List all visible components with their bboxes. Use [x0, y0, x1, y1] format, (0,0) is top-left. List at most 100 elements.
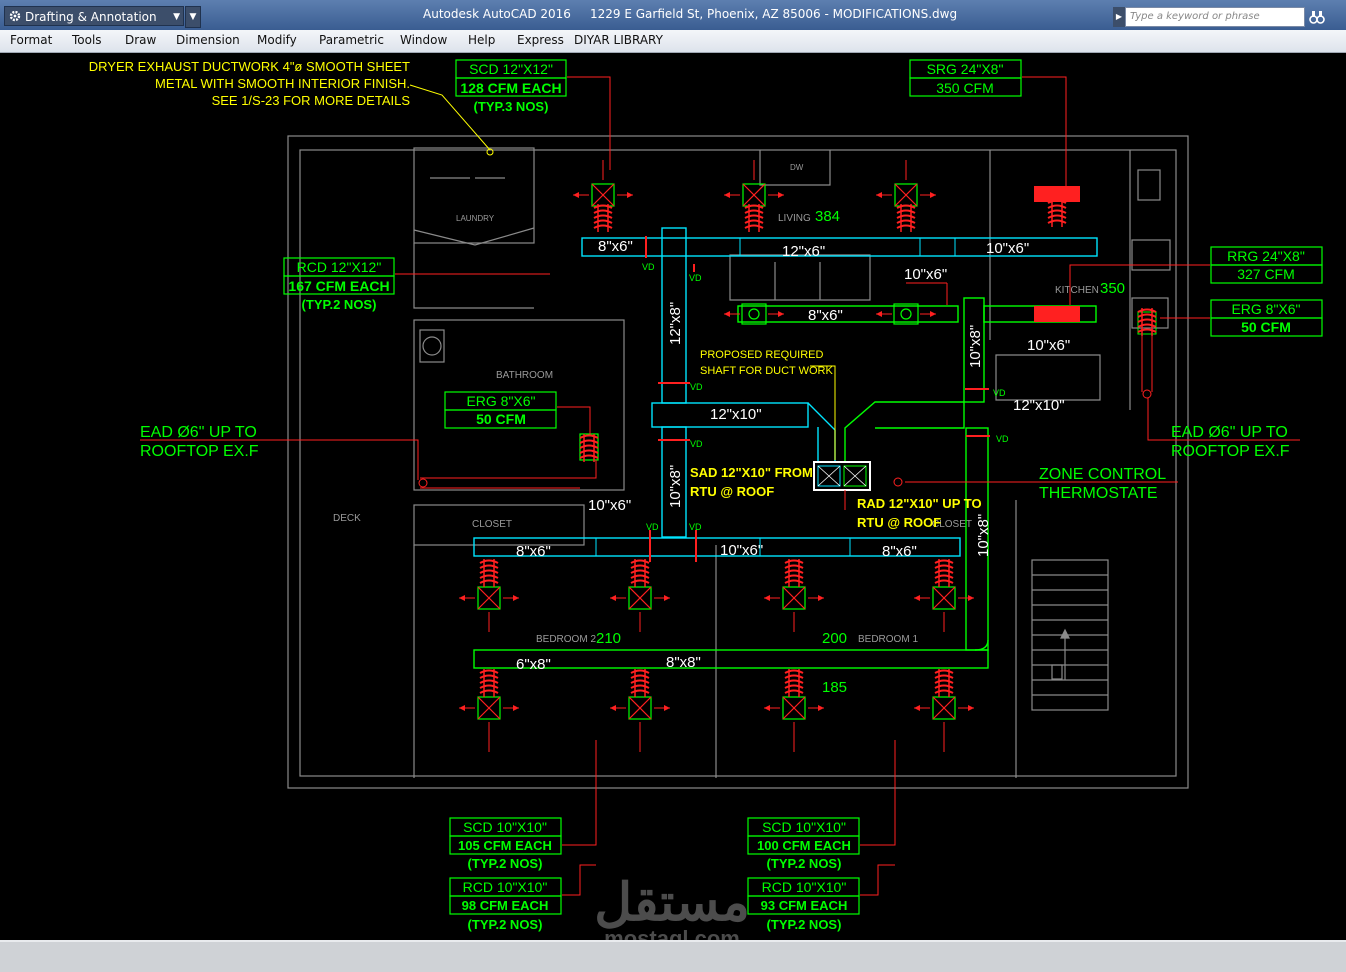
duct-label-3: 10"x6" [986, 240, 1029, 257]
watermark-arabic: مستقل [594, 874, 750, 932]
scd-br-line3: (TYP.2 NOS) [767, 856, 842, 871]
title-bar: Drafting & Annotation ▼ ▼ Autodesk AutoC… [0, 0, 1346, 30]
duct-label-2: 12"x6" [782, 243, 825, 260]
diffuser-group-top [572, 183, 937, 233]
menu-dimension[interactable]: Dimension [176, 33, 240, 47]
rrg-grille [1034, 306, 1080, 322]
duct-label-4: 10"x6" [904, 266, 947, 283]
vd-label: VD [689, 273, 702, 283]
rcd-br-line2: 93 CFM EACH [761, 898, 848, 913]
duct-label-9: 10"x6" [588, 497, 631, 514]
rcd-br-line3: (TYP.2 NOS) [767, 917, 842, 932]
scd-top-line2: 128 CFM EACH [460, 80, 561, 96]
dryer-note-line2: METAL WITH SMOOTH INTERIOR FINISH. [155, 76, 410, 91]
room-kitchen-label: KITCHEN [1055, 285, 1099, 296]
duct-label-6: 10"x6" [1027, 337, 1070, 354]
duct-label-11: 10"x6" [720, 542, 763, 559]
srg-line2: 350 CFM [936, 80, 994, 96]
hvac-plan: LIVING KITCHEN LAUNDRY BATHROOM DECK CLO… [89, 59, 1323, 951]
rcd-bl-line2: 98 CFM EACH [462, 898, 549, 913]
status-bar [0, 940, 1346, 972]
duct-label-7: 12"x10" [710, 406, 762, 423]
room-bathroom-label: BATHROOM [496, 370, 553, 381]
rcd-br-line1: RCD 10"X10" [762, 879, 847, 895]
duct-label-1: 8"x6" [598, 238, 633, 255]
room-closet1-label: CLOSET [472, 519, 512, 530]
window-title: Autodesk AutoCAD 2016 1229 E Garfield St… [423, 7, 957, 21]
menu-help[interactable]: Help [468, 33, 495, 47]
duct-label-v3: 10"x8" [967, 325, 984, 368]
quick-access-dropdown[interactable]: ▼ [185, 6, 201, 28]
ead-right-line1: EAD Ø6" UP TO [1171, 424, 1288, 441]
rcd-left-line2: 167 CFM EACH [288, 278, 389, 294]
watermark-latin: mostaql.com [604, 926, 740, 940]
scd-top-line1: SCD 12"X12" [469, 61, 553, 77]
ead-right-line2: ROOFTOP EX.F [1171, 443, 1290, 460]
menu-draw[interactable]: Draw [125, 33, 156, 47]
srg-line1: SRG 24"X8" [927, 61, 1004, 77]
search-expand-icon[interactable]: ▶ [1113, 7, 1125, 27]
sad-line1: SAD 12"X10" FROM [690, 465, 813, 480]
search-input[interactable]: Type a keyword or phrase [1125, 7, 1305, 27]
workspace-switcher[interactable]: Drafting & Annotation ▼ [4, 6, 184, 26]
menu-window[interactable]: Window [400, 33, 447, 47]
kitchen-number: 350 [1100, 280, 1125, 297]
app-title: Autodesk AutoCAD 2016 [423, 7, 571, 21]
scd-top-line3: (TYP.3 NOS) [474, 99, 549, 114]
mostaql-watermark: مستقل mostaql.com [594, 874, 750, 951]
erg-left-line2: 50 CFM [476, 411, 526, 427]
living-number: 384 [815, 208, 840, 225]
shaft-note-line1: PROPOSED REQUIRED [700, 349, 824, 361]
bedroom2-number: 210 [596, 630, 621, 647]
rcd-bl-line1: RCD 10"X10" [463, 879, 548, 895]
chevron-down-icon: ▼ [173, 12, 180, 22]
room-bedroom2-label: BEDROOM 2 [536, 634, 596, 645]
duct-label-5: 8"x6" [808, 307, 843, 324]
rrg-line1: RRG 24"X8" [1227, 248, 1305, 264]
vd-label: VD [690, 382, 703, 392]
duct-label-10: 8"x6" [516, 543, 551, 560]
rad-line2: RTU @ ROOF [857, 515, 941, 530]
dryer-note-line3: SEE 1/S-23 FOR MORE DETAILS [212, 93, 411, 108]
duct-label-v2: 10"x8" [667, 465, 684, 508]
rcd-bl-line3: (TYP.2 NOS) [468, 917, 543, 932]
room-laundry-label: LAUNDRY [456, 214, 495, 223]
scd-bl-line2: 105 CFM EACH [458, 838, 552, 853]
menu-format[interactable]: Format [10, 33, 52, 47]
workspace-label: Drafting & Annotation [25, 10, 157, 24]
drawing-canvas[interactable]: LIVING KITCHEN LAUNDRY BATHROOM DECK CLO… [0, 52, 1346, 951]
binoculars-icon[interactable] [1309, 9, 1325, 25]
zone-line1: ZONE CONTROL [1039, 466, 1166, 483]
room-bedroom1-label: BEDROOM 1 [858, 634, 918, 645]
file-title: 1229 E Garfield St, Phoenix, AZ 85006 - … [590, 7, 958, 21]
menu-express[interactable]: Express [517, 33, 564, 47]
vd-label: VD [996, 434, 1009, 444]
rcd-left-line3: (TYP.2 NOS) [302, 297, 377, 312]
vd-label: VD [993, 388, 1006, 398]
erg-left-line1: ERG 8"X6" [466, 393, 535, 409]
scd-br-line1: SCD 10"X10" [762, 819, 846, 835]
scd-br-line2: 100 CFM EACH [757, 838, 851, 853]
room-dw-label: DW [790, 163, 804, 172]
duct-label-v1: 12"x8" [667, 302, 684, 345]
rcd-left-line1: RCD 12"X12" [297, 259, 382, 275]
menu-diyar-library[interactable]: DIYAR LIBRARY [574, 33, 663, 47]
rad-line1: RAD 12"X10" UP TO [857, 496, 982, 511]
sad-line2: RTU @ ROOF [690, 484, 774, 499]
menu-tools[interactable]: Tools [72, 33, 102, 47]
vd-label: VD [689, 522, 702, 532]
menu-parametric[interactable]: Parametric [319, 33, 384, 47]
duct-label-14: 8"x8" [666, 654, 701, 671]
menu-bar: Format Tools Draw Dimension Modify Param… [0, 30, 1346, 53]
vd-label: VD [690, 439, 703, 449]
dryer-note-line1: DRYER EXHAUST DUCTWORK 4"ø SMOOTH SHEET [89, 59, 410, 74]
erg-right-line2: 50 CFM [1241, 319, 1291, 335]
room-deck-label: DECK [333, 513, 361, 524]
ead-left-line2: ROOFTOP EX.F [140, 443, 259, 460]
scd-bl-line3: (TYP.2 NOS) [468, 856, 543, 871]
ead-left-line1: EAD Ø6" UP TO [140, 424, 257, 441]
duct-label-v4: 10"x8" [975, 514, 992, 557]
vd-label: VD [642, 262, 655, 272]
room-living-label: LIVING [778, 213, 811, 224]
menu-modify[interactable]: Modify [257, 33, 297, 47]
